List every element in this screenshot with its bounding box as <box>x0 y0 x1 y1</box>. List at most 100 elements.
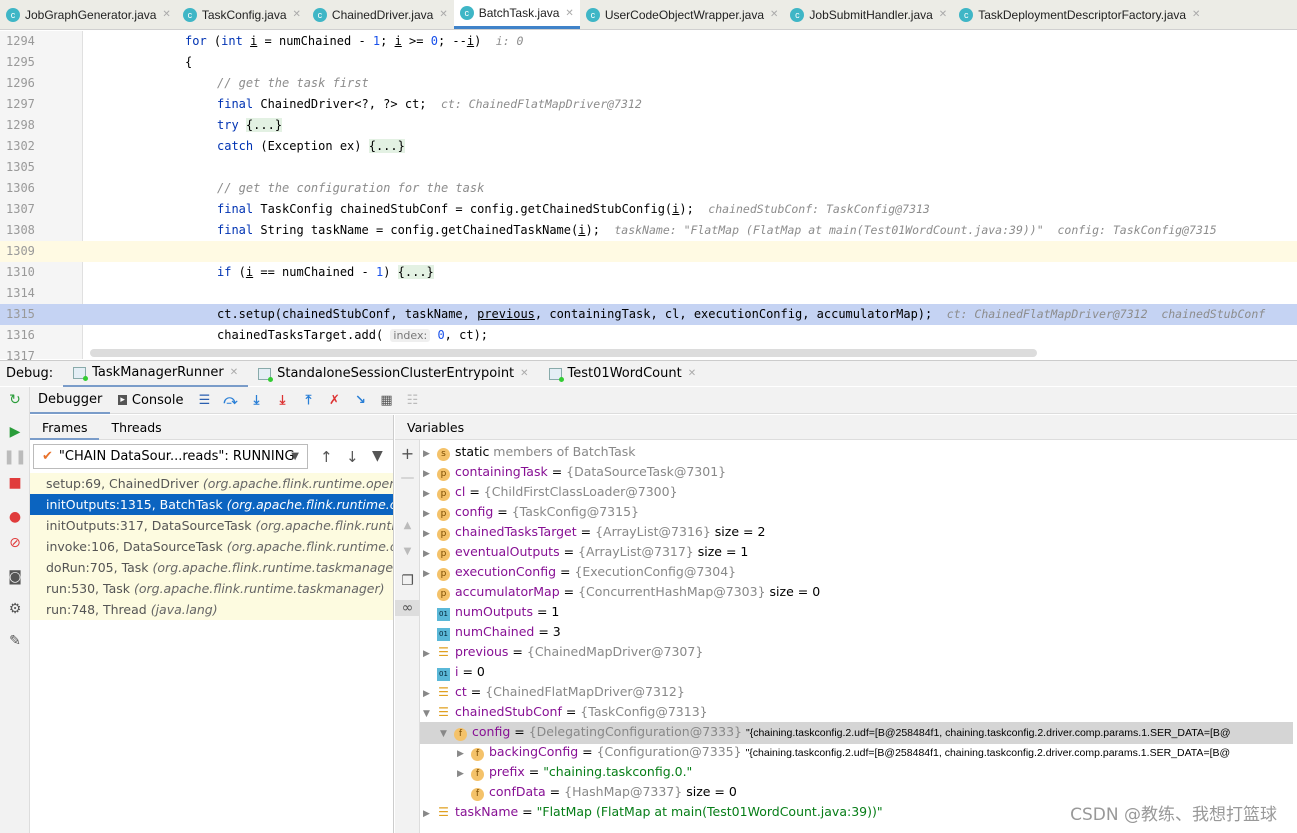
close-icon[interactable]: ✕ <box>520 368 528 379</box>
remove-watch-icon[interactable]: — <box>395 470 420 486</box>
force-step-into-icon[interactable]: ⤓ <box>270 393 296 408</box>
resume-icon[interactable]: ▶ <box>0 424 30 440</box>
code-line[interactable]: 1309 <box>0 241 1297 262</box>
frame-item[interactable]: initOutputs:317, DataSourceTask (org.apa… <box>30 515 393 536</box>
expanded-arrow-icon[interactable]: ▼ <box>423 704 437 724</box>
collapsed-arrow-icon[interactable]: ▶ <box>423 464 437 484</box>
variable-row[interactable]: ▶ p chainedTasksTarget = {ArrayList@7316} … <box>423 522 1293 544</box>
close-icon[interactable]: ✕ <box>230 367 238 378</box>
editor-tab[interactable]: c JobSubmitHandler.java ✕ <box>784 0 953 29</box>
collapsed-arrow-icon[interactable]: ▶ <box>423 484 437 504</box>
collapsed-arrow-icon[interactable]: ▶ <box>457 764 471 784</box>
thread-selector[interactable]: ✔ "CHAIN DataSour...reads": RUNNING ▼ <box>33 444 308 469</box>
code-line[interactable]: 1316 chainedTasksTarget.add( index: 0, ct… <box>0 325 1297 346</box>
variable-row[interactable]: ▶ f prefix = "chaining.taskconfig.0." <box>423 762 1293 784</box>
variable-row[interactable]: ▼ f config = {DelegatingConfiguration@7333… <box>420 722 1293 744</box>
close-icon[interactable]: ✕ <box>565 8 573 19</box>
code-line[interactable]: 1310 if (i == numChained - 1) {...} <box>0 262 1297 283</box>
settings-icon[interactable]: ⚙ <box>0 601 30 617</box>
rerun-icon[interactable]: ↻ <box>0 392 30 408</box>
code-line[interactable]: 1298 try {...} <box>0 115 1297 136</box>
move-up-icon[interactable]: ▲ <box>395 520 420 531</box>
variable-row[interactable]: ▶ p cl = {ChildFirstClassLoader@7300} <box>423 482 1293 504</box>
frame-item[interactable]: invoke:106, DataSourceTask (org.apache.f… <box>30 536 393 557</box>
show-execution-point-icon[interactable]: ⤼ <box>218 393 244 408</box>
mute-breakpoints-icon[interactable]: ⊘ <box>0 535 30 551</box>
step-over-icon[interactable]: ⤓ <box>244 393 270 408</box>
frame-item[interactable]: run:748, Thread (java.lang) <box>30 599 393 620</box>
close-icon[interactable]: ✕ <box>770 9 778 20</box>
close-icon[interactable]: ✕ <box>439 9 447 20</box>
copy-icon[interactable]: ❐ <box>395 573 420 589</box>
editor-tab[interactable]: c ChainedDriver.java ✕ <box>307 0 454 29</box>
trace-icon[interactable]: ☷ <box>400 393 426 408</box>
arrow-up-icon[interactable]: ↑ <box>320 448 333 466</box>
collapsed-arrow-icon[interactable]: ▶ <box>423 524 437 544</box>
debug-session-tab[interactable]: StandaloneSessionClusterEntrypoint ✕ <box>248 361 538 387</box>
add-watch-icon[interactable]: + <box>395 444 420 463</box>
code-line[interactable]: 1302 catch (Exception ex) {...} <box>0 136 1297 157</box>
close-icon[interactable]: ✕ <box>162 9 170 20</box>
tab-threads[interactable]: Threads <box>99 415 173 440</box>
pause-icon[interactable]: ❚❚ <box>0 449 30 465</box>
code-line[interactable]: 1297 final ChainedDriver<?, ?> ct; ct: Ch… <box>0 94 1297 115</box>
variable-row[interactable]: ▶ ☰ previous = {ChainedMapDriver@7307} <box>423 642 1293 664</box>
step-out-icon[interactable]: ⤒ <box>296 393 322 408</box>
variable-row[interactable]: ▶ p eventualOutputs = {ArrayList@7317} siz… <box>423 542 1293 564</box>
tab-console[interactable]: ▸ Console <box>110 387 191 414</box>
variable-row[interactable]: p accumulatorMap = {ConcurrentHashMap@730… <box>423 582 1293 602</box>
variable-row[interactable]: ▶ s static members of BatchTask <box>423 442 1293 464</box>
code-line[interactable]: 1307 final TaskConfig chainedStubConf = c… <box>0 199 1297 220</box>
variable-row[interactable]: ▶ ☰ ct = {ChainedFlatMapDriver@7312} <box>423 682 1293 704</box>
menu-icon[interactable]: ☰ <box>192 393 218 408</box>
variable-row[interactable]: 01 i = 0 <box>423 662 1293 682</box>
variable-row[interactable]: f confData = {HashMap@7337} size = 0 <box>423 782 1293 802</box>
variable-row[interactable]: ▼ ☰ chainedStubConf = {TaskConfig@7313} <box>423 702 1293 724</box>
code-line[interactable]: 1295 { <box>0 52 1297 73</box>
collapsed-arrow-icon[interactable]: ▶ <box>423 804 437 824</box>
drop-frame-icon[interactable]: ✗ <box>322 393 348 408</box>
frame-item[interactable]: run:530, Task (org.apache.flink.runtime.… <box>30 578 393 599</box>
variable-row[interactable]: ▶ p executionConfig = {ExecutionConfig@730… <box>423 562 1293 584</box>
run-to-cursor-icon[interactable]: ↘ <box>348 393 374 408</box>
collapsed-arrow-icon[interactable]: ▶ <box>423 684 437 704</box>
collapsed-arrow-icon[interactable]: ▶ <box>457 744 471 764</box>
code-line[interactable]: 1315 ct.setup(chainedStubConf, taskName, … <box>0 304 1297 325</box>
code-line[interactable]: 1314 <box>0 283 1297 304</box>
frame-item[interactable]: setup:69, ChainedDriver (org.apache.flin… <box>30 473 393 494</box>
close-icon[interactable]: ✕ <box>1192 9 1200 20</box>
evaluate-expression-icon[interactable]: ▦ <box>374 393 400 408</box>
variable-row[interactable]: ▶ f backingConfig = {Configuration@7335} "… <box>423 742 1293 764</box>
code-line[interactable]: 1308 final String taskName = config.getCh… <box>0 220 1297 241</box>
move-down-icon[interactable]: ▼ <box>395 546 420 557</box>
horizontal-scrollbar[interactable] <box>90 349 1037 357</box>
arrow-down-icon[interactable]: ↓ <box>346 448 359 466</box>
close-icon[interactable]: ✕ <box>939 9 947 20</box>
variable-row[interactable]: ▶ p config = {TaskConfig@7315} <box>423 502 1293 524</box>
close-icon[interactable]: ✕ <box>688 368 696 379</box>
collapsed-arrow-icon[interactable]: ▶ <box>423 644 437 664</box>
stop-icon[interactable]: ■ <box>0 475 30 491</box>
editor-tab[interactable]: c TaskConfig.java ✕ <box>177 0 307 29</box>
code-line[interactable]: 1296 // get the task first <box>0 73 1297 94</box>
editor-tab[interactable]: c BatchTask.java ✕ <box>453 0 580 29</box>
editor-tab[interactable]: c JobGraphGenerator.java ✕ <box>0 0 177 29</box>
variable-row[interactable]: ▶ p containingTask = {DataSourceTask@7301} <box>423 462 1293 484</box>
expanded-arrow-icon[interactable]: ▼ <box>440 724 454 744</box>
pin-icon[interactable]: ✎ <box>0 633 30 649</box>
variable-row[interactable]: 01 numChained = 3 <box>423 622 1293 642</box>
editor-tab[interactable]: c UserCodeObjectWrapper.java ✕ <box>580 0 785 29</box>
debug-session-tab[interactable]: Test01WordCount ✕ <box>539 361 707 387</box>
code-line[interactable]: 1306 // get the configuration for the tas… <box>0 178 1297 199</box>
tab-frames[interactable]: Frames <box>30 415 100 440</box>
camera-icon[interactable]: ◙ <box>0 569 30 585</box>
code-editor[interactable]: 1294 for (int i = numChained - 1; i >= 0;… <box>0 31 1297 363</box>
code-line[interactable]: 1294 for (int i = numChained - 1; i >= 0;… <box>0 31 1297 52</box>
collapsed-arrow-icon[interactable]: ▶ <box>423 564 437 584</box>
debug-session-tab[interactable]: TaskManagerRunner ✕ <box>63 361 249 387</box>
collapsed-arrow-icon[interactable]: ▶ <box>423 504 437 524</box>
frame-item[interactable]: initOutputs:1315, BatchTask (org.apache.… <box>30 494 393 515</box>
filter-icon[interactable]: ▼ <box>372 448 383 464</box>
collapsed-arrow-icon[interactable]: ▶ <box>423 444 437 464</box>
editor-tab[interactable]: c TaskDeploymentDescriptorFactory.java ✕ <box>953 0 1206 29</box>
